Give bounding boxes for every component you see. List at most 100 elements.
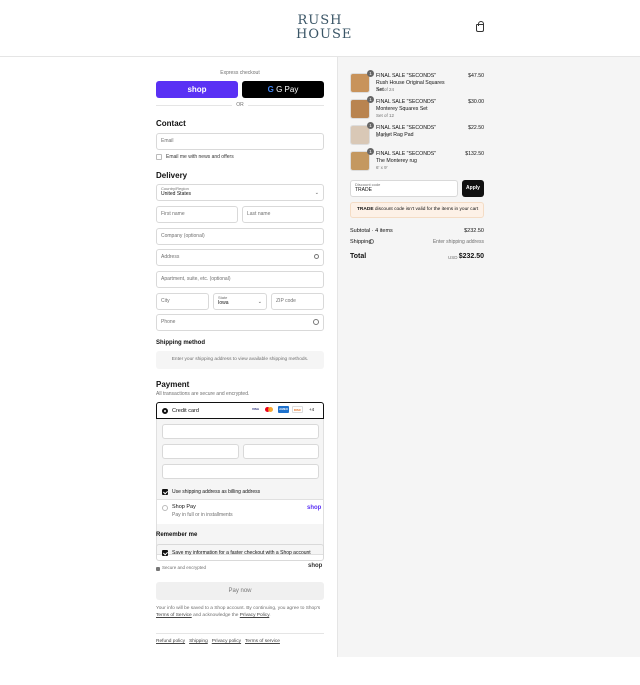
total-label: Total [350,253,367,260]
credit-card-label: Credit card [172,408,199,414]
item-price: $47.50 [468,73,484,79]
header: RUSH HOUSE [0,0,640,57]
discount-input[interactable]: Discount code TRADE [350,180,458,197]
order-summary: 1 FINAL SALE "SECONDS" Rush House Origina… [337,57,640,657]
name-on-card-field[interactable] [162,464,319,479]
last-name-field[interactable]: Last name [242,206,324,223]
item-quantity-badge: 1 [367,70,374,77]
footer-links: Refund policy Shipping Privacy policy Te… [156,639,280,644]
zip-field[interactable]: ZIP code [271,293,324,310]
payment-heading: Payment [156,380,190,389]
item-thumbnail [350,99,370,119]
credit-card-radio[interactable] [162,408,168,414]
company-field[interactable]: Company (optional) [156,228,324,245]
total-value: $232.50 [458,253,484,260]
discount-error-text: discount code isn't valid for the items … [374,207,479,212]
security-code-field[interactable] [243,444,319,459]
item-name: FINAL SALE "SECONDS" The Monterey rug [376,151,436,164]
save-info-checkbox[interactable] [162,550,168,556]
more-cards-label: +4 [309,407,315,412]
credit-card-option[interactable]: Credit card VISA AMEX DISC +4 [156,402,324,419]
legal-text: Your info will be saved to a Shop accoun… [156,605,324,619]
google-pay-button[interactable]: G G Pay [242,81,324,98]
legal-text-1: Your info will be saved to a Shop accoun… [156,606,321,611]
address-field[interactable]: Address [156,249,324,266]
footer-divider [156,633,324,634]
payment-subtitle: All transactions are secure and encrypte… [156,391,250,397]
news-label: Email me with news and offers [166,154,234,160]
secure-label: Secure and encrypted [162,565,207,570]
pay-now-button[interactable]: Pay now [156,582,324,600]
phone-field[interactable]: Phone [156,314,324,331]
news-checkbox[interactable] [156,154,162,160]
item-name: FINAL SALE "SECONDS" Monterey Squares Se… [376,99,436,112]
discount-error-code: TRADE [357,207,374,212]
page-bottom [0,657,640,685]
search-icon [314,254,319,259]
subtotal-value: $232.50 [464,228,484,234]
email-field[interactable]: Email [156,133,324,150]
help-icon[interactable] [313,319,319,325]
item-price: $30.00 [468,99,484,105]
footer-link-terms[interactable]: Terms of service [245,639,280,644]
shop-pay-logo: shop [307,505,322,511]
first-name-field[interactable]: First name [156,206,238,223]
shop-pay-express-button[interactable]: shop [156,81,238,98]
billing-label: Use shipping address as billing address [172,489,261,495]
item-quantity-badge: 1 [367,96,374,103]
privacy-link[interactable]: Privacy Policy [240,613,270,618]
billing-checkbox[interactable] [162,489,168,495]
shipping-method-placeholder: Enter your shipping address to view avai… [156,351,324,369]
lock-icon [156,567,160,571]
shop-pay-sub: Pay in full or in installments [172,512,233,518]
expiration-field[interactable] [162,444,239,459]
country-value: United States [161,191,192,197]
discount-error: TRADE discount code isn't valid for the … [350,202,484,218]
city-field[interactable]: City [156,293,209,310]
shop-pay-option[interactable]: Shop Pay Pay in full or in installments … [157,499,323,524]
discount-value: TRADE [355,187,372,193]
item-thumbnail [350,151,370,171]
visa-icon: VISA [250,406,261,413]
terms-link[interactable]: Terms of Service [156,613,192,618]
or-label: OR [232,102,248,108]
legal-text-2: and acknowledge the [193,613,239,618]
item-variant: 6' x 9' [376,165,388,170]
state-select[interactable]: State Iowa ⌄ [213,293,267,310]
item-price: $22.50 [468,125,484,131]
subtotal-label: Subtotal · 4 items [350,228,393,234]
footer-link-privacy[interactable]: Privacy policy [212,639,241,644]
country-select[interactable]: Country/Region United States ⌄ [156,184,324,201]
logo-line-2: HOUSE [296,27,353,42]
remember-heading: Remember me [156,532,198,538]
remember-box: Save my information for a faster checkou… [156,544,324,561]
google-pay-label: G Pay [276,85,299,94]
logo-line-1: RUSH [297,13,343,28]
address-placeholder: Address [161,254,180,260]
card-number-field[interactable] [162,424,319,439]
item-variant: Set of 24 [376,87,395,92]
cart-bag-icon[interactable] [476,21,484,32]
item-variant: 3' x 12' [376,133,390,138]
item-variant: Set of 12 [376,113,395,118]
discover-icon: DISC [292,406,303,413]
chevron-down-icon: ⌄ [257,299,262,305]
footer-link-refund[interactable]: Refund policy [156,639,185,644]
store-logo[interactable]: RUSH HOUSE [296,13,353,42]
apartment-field[interactable]: Apartment, suite, etc. (optional) [156,271,324,288]
shop-pay-label: Shop Pay [172,504,196,510]
apply-button[interactable]: Apply [462,180,484,197]
amex-icon: AMEX [278,406,289,413]
item-thumbnail [350,125,370,145]
mastercard-orange-circle [268,407,273,412]
shop-logo: shop [308,563,323,569]
chevron-down-icon: ⌄ [314,190,319,196]
shop-pay-radio[interactable] [162,505,168,511]
footer-link-shipping[interactable]: Shipping [189,639,208,644]
delivery-heading: Delivery [156,171,188,180]
info-icon[interactable] [369,239,374,244]
shipping-method-heading: Shipping method [156,340,205,346]
item-price: $132.50 [465,151,484,157]
shipping-value: Enter shipping address [432,239,484,245]
item-quantity-badge: 1 [367,148,374,155]
